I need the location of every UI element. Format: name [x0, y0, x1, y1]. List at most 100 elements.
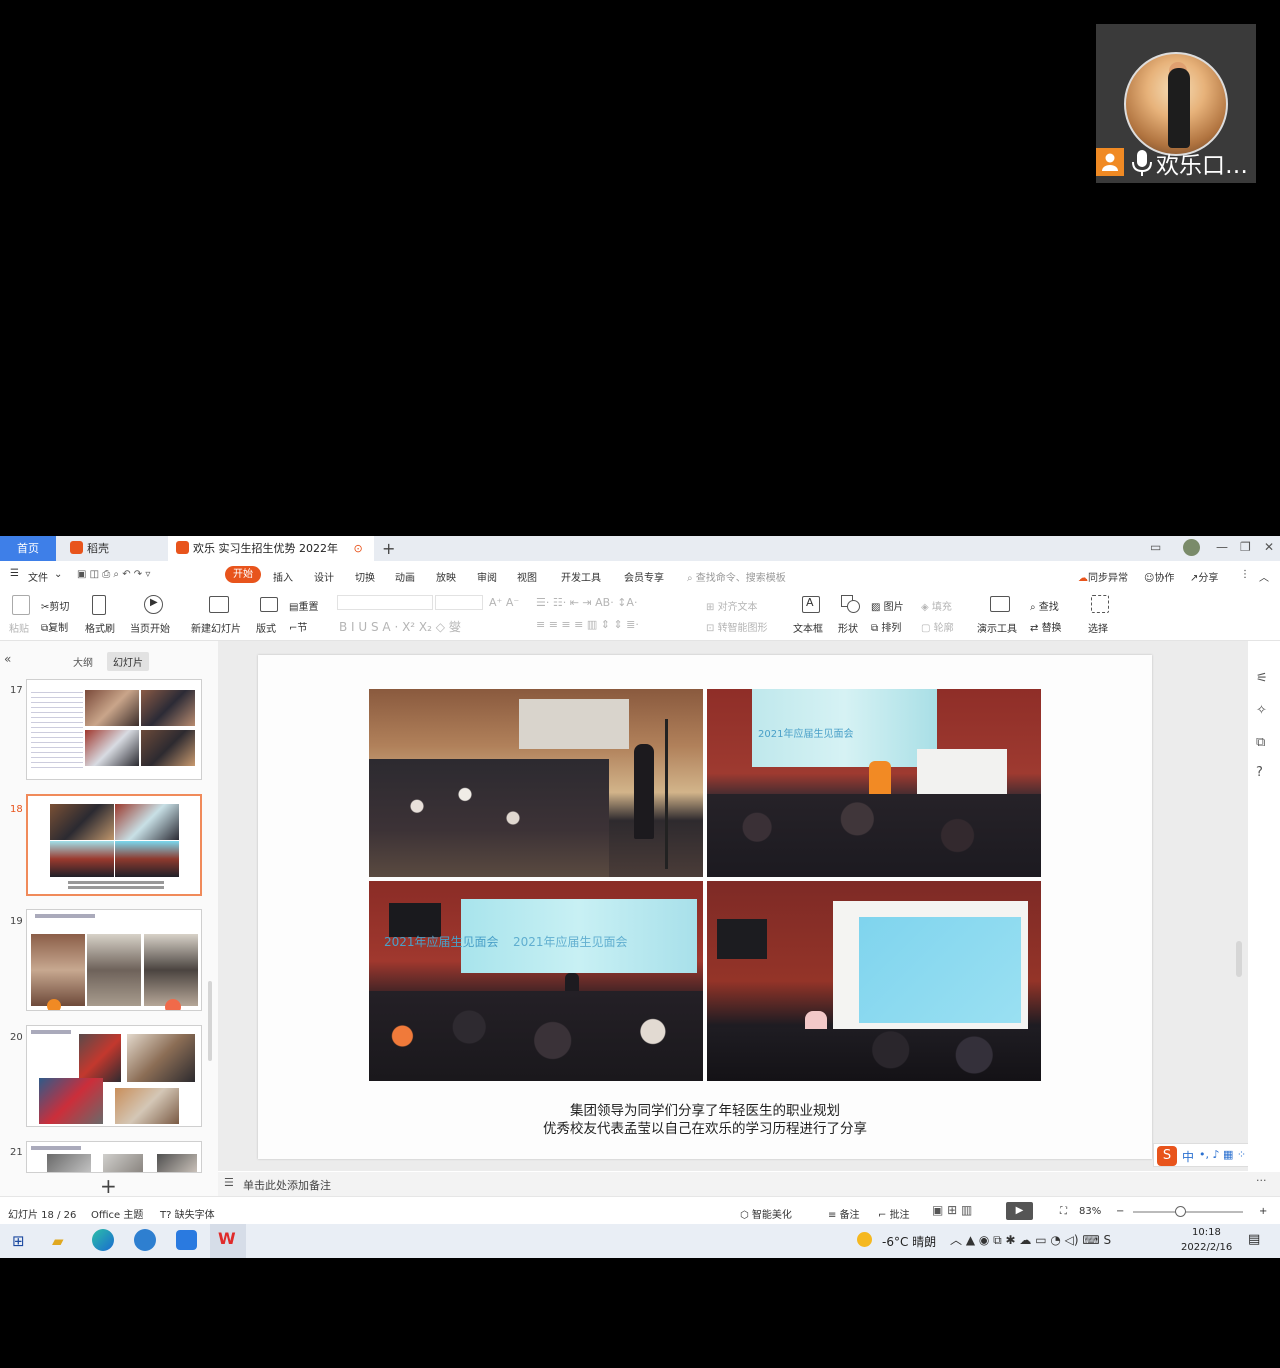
paste-button[interactable]: 粘贴: [9, 620, 29, 635]
font-family-select[interactable]: [337, 595, 433, 610]
weather-text[interactable]: -6°C 晴朗: [882, 1233, 936, 1250]
collab-button[interactable]: ☺协作: [1144, 569, 1174, 584]
font-grow-shrink-icons[interactable]: A⁺ A⁻: [489, 596, 519, 609]
layout-icon[interactable]: [260, 597, 278, 612]
select-icon[interactable]: [1091, 595, 1109, 613]
windows-start-icon[interactable]: ⊞: [12, 1232, 25, 1250]
edge-browser-icon[interactable]: [92, 1229, 114, 1251]
fill-button[interactable]: ◈ 填充: [921, 598, 952, 613]
user-avatar[interactable]: [1183, 539, 1200, 556]
collapse-panel-icon[interactable]: «: [4, 652, 11, 666]
zoom-level[interactable]: 83%: [1079, 1206, 1101, 1217]
tab-slides[interactable]: 幻灯片: [107, 652, 149, 671]
presenter-tools-icon[interactable]: [990, 596, 1010, 612]
clock-time[interactable]: 10:18: [1192, 1227, 1221, 1238]
share-button[interactable]: ↗分享: [1190, 569, 1218, 584]
zoom-out-button[interactable]: −: [1116, 1206, 1124, 1217]
ime-tools-icons[interactable]: •, ♪ ▦ ⁘: [1199, 1148, 1246, 1161]
file-explorer-icon[interactable]: ▰: [52, 1232, 64, 1250]
shape-button[interactable]: 形状: [838, 620, 858, 635]
pin-icon[interactable]: ✧: [1256, 703, 1267, 718]
menu-developer[interactable]: 开发工具: [561, 569, 601, 584]
copy-panel-icon[interactable]: ⧉: [1256, 735, 1265, 750]
quick-access-toolbar[interactable]: ▣ ◫ ⎙ ⌕ ↶ ↷ ▿: [77, 569, 150, 580]
layout-toggle-icon[interactable]: ▭: [1150, 540, 1161, 554]
ime-language[interactable]: 中: [1182, 1148, 1194, 1165]
slide-thumbnail-19[interactable]: [26, 909, 202, 1011]
copy-button[interactable]: ⧉复制: [41, 619, 68, 634]
menu-file[interactable]: 文件: [28, 569, 48, 584]
slide-thumbnail-20[interactable]: [26, 1025, 202, 1127]
command-search[interactable]: ⌕ 查找命令、搜索模板: [687, 569, 786, 584]
find-button[interactable]: ⌕ 查找: [1030, 598, 1059, 613]
help-icon[interactable]: ?: [1256, 765, 1263, 780]
notes-pane[interactable]: ☰ 单击此处添加备注 ···: [218, 1172, 1280, 1196]
sogou-browser-icon[interactable]: [134, 1229, 156, 1251]
format-painter-button[interactable]: 格式刷: [85, 620, 115, 635]
paragraph-align-icons[interactable]: ≡ ≡ ≡ ≡ ▥ ⇕ ⇕ ≣·: [536, 618, 639, 631]
system-tray-icons[interactable]: ︿ ▲ ◉ ⧉ ✱ ☁ ▭ ◔ ◁) ⌨ S: [950, 1231, 1111, 1248]
add-slide-button[interactable]: +: [100, 1174, 117, 1198]
select-button[interactable]: 选择: [1088, 620, 1108, 635]
zoom-slider[interactable]: [1133, 1211, 1243, 1213]
smart-graphic-button[interactable]: ⊡ 转智能图形: [706, 619, 768, 634]
new-slide-button[interactable]: 新建幻灯片: [191, 620, 241, 635]
slideshow-play-button[interactable]: ▶: [1006, 1202, 1033, 1220]
sync-status[interactable]: ☁同步异常: [1078, 569, 1128, 584]
arrange-button[interactable]: ⧉ 排列: [871, 619, 901, 634]
outline-button[interactable]: ▢ 轮廓: [921, 619, 954, 634]
format-painter-icon[interactable]: [92, 595, 106, 615]
zoom-in-button[interactable]: +: [1259, 1206, 1267, 1217]
comments-button[interactable]: ⌐ 批注: [878, 1206, 910, 1221]
menu-design[interactable]: 设计: [314, 569, 334, 584]
more-icon[interactable]: ⋮: [1240, 569, 1250, 580]
notes-placeholder[interactable]: 单击此处添加备注: [243, 1177, 331, 1193]
tab-daoke[interactable]: 稻壳: [58, 536, 168, 561]
menu-view[interactable]: 视图: [517, 569, 537, 584]
from-current-button[interactable]: 当页开始: [130, 620, 170, 635]
minimize-button[interactable]: —: [1216, 540, 1228, 554]
more-dots-icon[interactable]: ···: [1256, 1174, 1267, 1187]
new-slide-icon[interactable]: [209, 596, 229, 613]
smart-beautify-button[interactable]: ⬡ 智能美化: [740, 1206, 792, 1221]
theme-name[interactable]: Office 主题: [91, 1206, 143, 1221]
list-icons[interactable]: ☰· ☷· ⇤ ⇥ AB· ↕A·: [536, 596, 637, 609]
layout-button[interactable]: 版式: [256, 620, 276, 635]
slide-thumbnail-18[interactable]: [26, 794, 202, 896]
picture-button[interactable]: ▨ 图片: [871, 598, 904, 613]
shape-icon[interactable]: [841, 595, 861, 613]
section-button[interactable]: ⌐节: [289, 619, 307, 634]
missing-font-button[interactable]: T? 缺失字体: [160, 1206, 215, 1221]
restore-button[interactable]: ❐: [1240, 540, 1251, 554]
view-mode-icons[interactable]: ▣ ⊞ ▥: [932, 1203, 972, 1217]
hamburger-icon[interactable]: ☰: [10, 568, 19, 579]
collapse-ribbon-icon[interactable]: ︿: [1259, 569, 1269, 584]
meeting-app-icon[interactable]: [176, 1230, 197, 1250]
tab-home[interactable]: 首页: [0, 536, 56, 561]
sidebar-scrollbar[interactable]: [208, 981, 212, 1061]
paste-icon[interactable]: [12, 595, 30, 615]
fit-window-icon[interactable]: ⛶: [1060, 1206, 1067, 1217]
notification-icon[interactable]: ▤: [1248, 1232, 1260, 1247]
tab-outline[interactable]: 大纲: [73, 654, 93, 669]
font-style-icons[interactable]: B I U S A · X² X₂ ◇ 燮: [339, 618, 461, 635]
menu-insert[interactable]: 插入: [273, 569, 293, 584]
reset-button[interactable]: ▤重置: [289, 598, 318, 613]
clock-date[interactable]: 2022/2/16: [1181, 1242, 1232, 1253]
menu-transition[interactable]: 切换: [355, 569, 375, 584]
slide-thumbnail-21[interactable]: [26, 1141, 202, 1173]
play-icon[interactable]: ▶: [144, 595, 163, 614]
zoom-slider-thumb[interactable]: [1175, 1206, 1186, 1217]
new-tab-button[interactable]: +: [382, 536, 395, 561]
settings-sliders-icon[interactable]: ⚟: [1256, 671, 1268, 686]
align-text-button[interactable]: ⊞ 对齐文本: [706, 598, 758, 613]
notes-toggle-button[interactable]: ≡ 备注: [828, 1206, 860, 1221]
canvas-scrollbar[interactable]: [1236, 941, 1242, 977]
menu-start[interactable]: 开始: [225, 566, 261, 583]
menu-review[interactable]: 审阅: [477, 569, 497, 584]
textbox-icon[interactable]: A: [802, 596, 820, 613]
menu-slideshow[interactable]: 放映: [436, 569, 456, 584]
presenter-tools-button[interactable]: 演示工具: [977, 620, 1017, 635]
close-button[interactable]: ✕: [1264, 540, 1274, 554]
cut-button[interactable]: ✂剪切: [41, 598, 69, 613]
